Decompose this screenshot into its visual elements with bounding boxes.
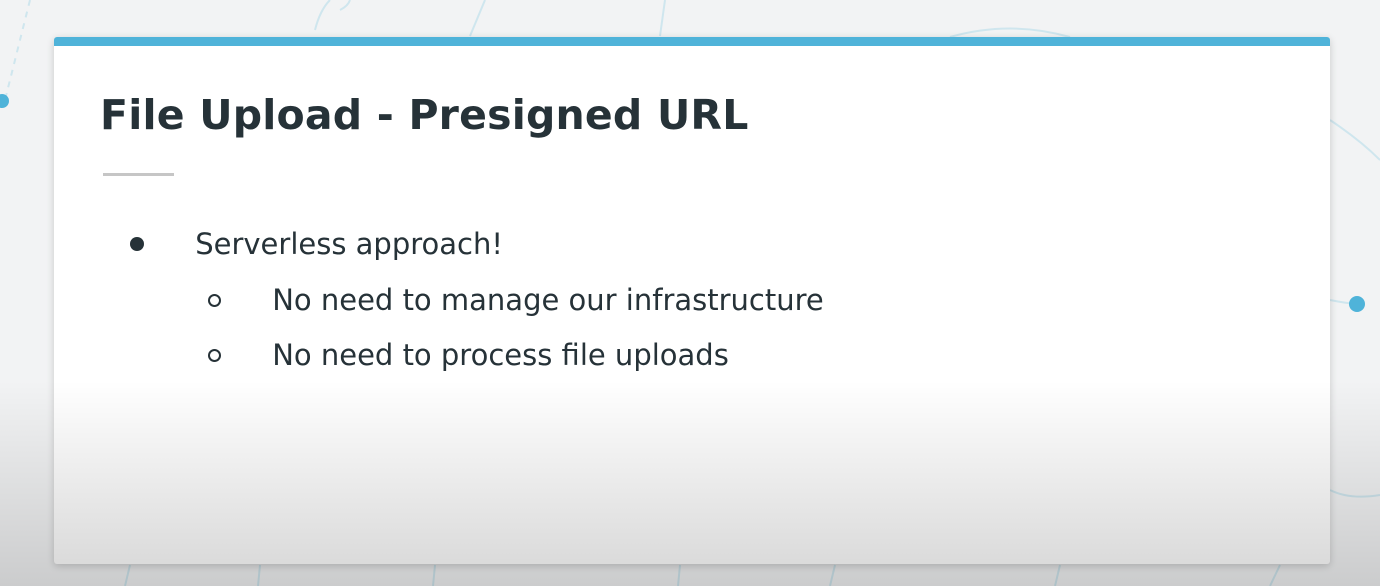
slide-title: File Upload - Presigned URL xyxy=(100,91,749,139)
sub-bullet-text: No need to manage our infrastructure xyxy=(272,282,824,317)
bullet-circle-icon xyxy=(208,348,221,362)
sub-bullet-item: No need to process file uploads xyxy=(208,339,729,370)
slide-card: File Upload - Presigned URL Serverless a… xyxy=(54,37,1330,564)
sub-bullet-item: No need to manage our infrastructure xyxy=(208,284,824,315)
bullet-circle-icon xyxy=(208,293,221,307)
sub-bullet-text: No need to process file uploads xyxy=(272,337,729,372)
accent-bar xyxy=(54,37,1330,46)
bullet-disc-icon xyxy=(130,237,144,251)
bullet-item: Serverless approach! xyxy=(130,228,503,259)
bullet-text: Serverless approach! xyxy=(195,226,503,261)
title-divider xyxy=(103,173,174,176)
